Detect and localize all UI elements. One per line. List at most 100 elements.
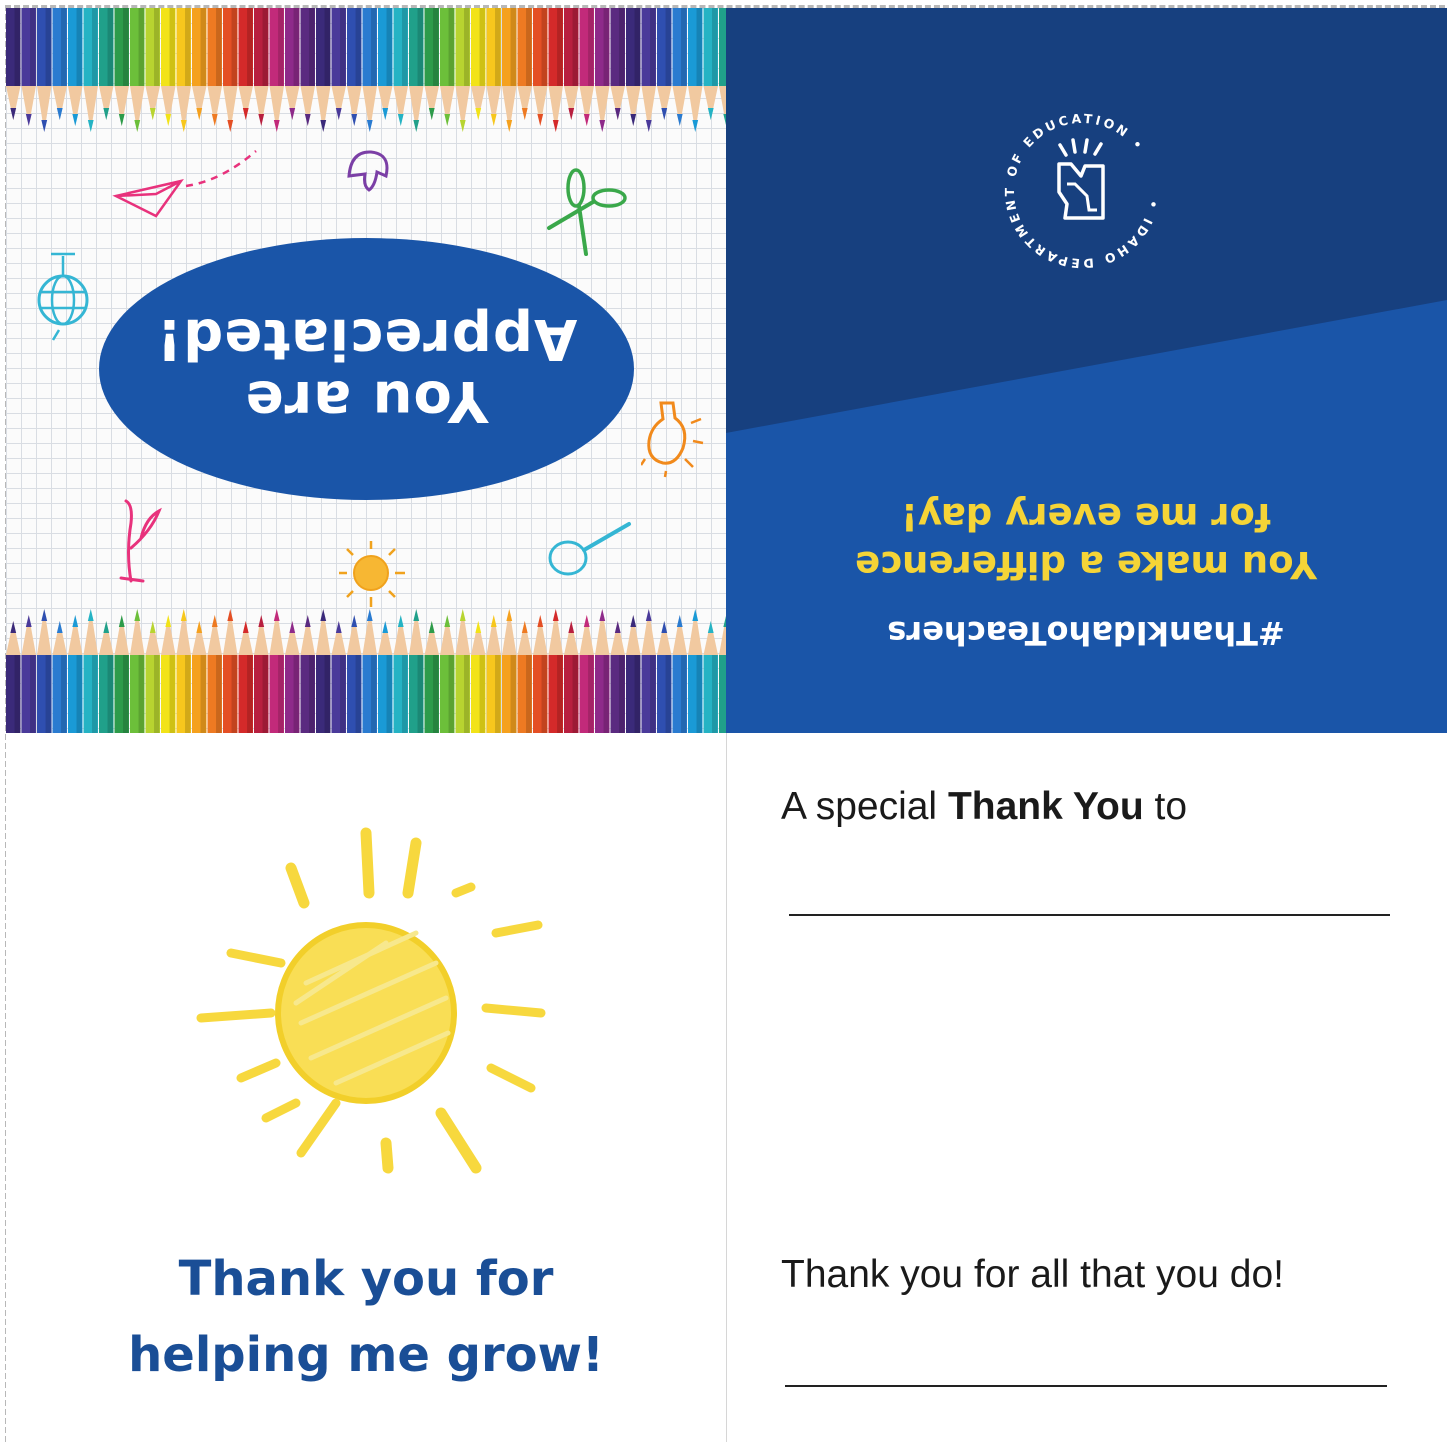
pencil — [207, 615, 222, 733]
grow-line-2: helping me grow! — [128, 1327, 604, 1383]
closing-text: Thank you for all that you do! — [781, 1253, 1284, 1296]
pencil — [37, 8, 52, 132]
pencil — [564, 621, 579, 733]
pencil — [688, 609, 703, 733]
pencil — [610, 8, 625, 120]
pencil — [610, 621, 625, 733]
pencil — [579, 8, 594, 126]
pencil — [347, 8, 362, 126]
pencil — [455, 609, 470, 733]
pencil — [207, 8, 222, 126]
pencil — [223, 8, 238, 132]
pencil — [52, 8, 67, 120]
pencil — [719, 8, 726, 125]
pencil — [471, 621, 486, 733]
pencil — [362, 8, 377, 132]
pencil — [378, 621, 393, 733]
card-front-panel: You are Appreciated! — [6, 8, 726, 733]
sun-doodle-icon — [339, 541, 405, 607]
paper-plane-icon — [112, 150, 257, 218]
colored-pencils-bottom — [6, 609, 726, 733]
pencil — [68, 615, 83, 733]
pencil — [440, 615, 455, 733]
ellipse-line-1: You are — [244, 368, 489, 433]
mushroom-icon — [347, 150, 389, 192]
pencil — [703, 621, 718, 733]
special-prefix: A special — [781, 785, 948, 828]
pencil — [161, 8, 176, 126]
pencil — [316, 609, 331, 733]
pencil — [145, 621, 160, 733]
hashtag-text: #ThankIdahoTeachers — [887, 614, 1285, 652]
pencil — [440, 8, 455, 126]
pencil — [672, 8, 687, 126]
globe-icon — [37, 252, 89, 341]
back-message-rotated: #ThankIdahoTeachers You make a differenc… — [786, 468, 1386, 658]
pencil — [657, 621, 672, 733]
pencil — [331, 621, 346, 733]
pencil — [83, 8, 98, 132]
pencil — [502, 609, 517, 733]
message-line-1: You make a difference — [855, 543, 1317, 586]
pencil — [548, 609, 563, 733]
inside-right-panel: A special Thank You to Thank you for all… — [727, 733, 1447, 1442]
pencil — [99, 8, 114, 120]
pencil — [285, 621, 300, 733]
pencil — [393, 615, 408, 733]
pencil — [486, 8, 501, 126]
pencil — [347, 615, 362, 733]
pencil — [595, 609, 610, 733]
pencil — [21, 8, 36, 126]
pencil — [192, 621, 207, 733]
card-back-panel: • IDAHO DEPARTMENT OF EDUCATION • #Thank… — [726, 8, 1447, 733]
pencil — [52, 621, 67, 733]
pencil — [269, 8, 284, 132]
pencil — [99, 621, 114, 733]
pencil — [471, 8, 486, 120]
appreciated-text-rotated: You are Appreciated! — [99, 238, 634, 500]
pencil — [378, 8, 393, 120]
pencil — [285, 8, 300, 120]
pencil — [37, 609, 52, 733]
pencil — [316, 8, 331, 132]
special-thank-you-text: A special Thank You to — [781, 785, 1187, 829]
pencil — [626, 615, 641, 733]
special-suffix: to — [1143, 785, 1188, 828]
pencil — [409, 609, 424, 733]
lightbulb-icon — [641, 401, 704, 478]
pencil — [409, 8, 424, 132]
pencil — [641, 8, 656, 132]
pencil — [21, 615, 36, 733]
pencil — [6, 621, 21, 733]
pencil — [719, 616, 726, 733]
pencil — [238, 621, 253, 733]
pencil — [269, 609, 284, 733]
pencil — [424, 8, 439, 120]
pencil — [254, 8, 269, 126]
signature-line[interactable] — [785, 1385, 1387, 1387]
pencil — [502, 8, 517, 132]
pencil — [192, 8, 207, 120]
pencil — [657, 8, 672, 120]
difference-message: You make a difference for me every day! — [855, 492, 1317, 588]
recipient-name-line[interactable] — [789, 914, 1390, 916]
plant-icon — [119, 499, 162, 583]
pencil — [6, 8, 21, 120]
pencil — [223, 609, 238, 733]
grow-message: Thank you for helping me grow! — [66, 1241, 666, 1393]
pencil — [393, 8, 408, 126]
pencil — [114, 615, 129, 733]
appreciated-ellipse: You are Appreciated! — [99, 238, 634, 500]
message-line-2: for me every day! — [900, 495, 1272, 538]
pencil — [455, 8, 470, 132]
pencil — [362, 609, 377, 733]
pencil — [238, 8, 253, 120]
idaho-department-of-education-seal-icon: • IDAHO DEPARTMENT OF EDUCATION • — [1002, 111, 1161, 271]
pencil — [300, 8, 315, 126]
pencil — [145, 8, 160, 120]
pencil — [703, 8, 718, 120]
pencil — [130, 8, 145, 132]
pencil — [641, 609, 656, 733]
pencil — [626, 8, 641, 126]
pencil — [331, 8, 346, 120]
